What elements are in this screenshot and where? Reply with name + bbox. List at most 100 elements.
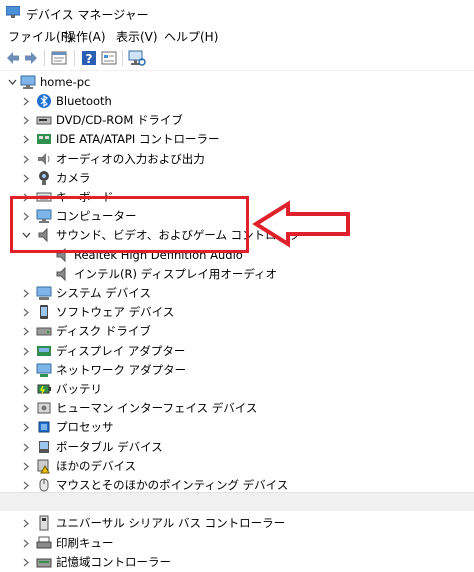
tree-category-row[interactable]: ネットワーク アダプター — [0, 361, 260, 380]
menu-action[interactable]: 操作(A) — [62, 28, 108, 45]
battery-icon — [37, 384, 51, 394]
tree-category-row[interactable]: ポータブル デバイス — [0, 438, 260, 457]
highlight-box — [10, 196, 249, 253]
tree-category-label: オーディオの入力および出力 — [56, 152, 205, 166]
chevron-right-icon[interactable] — [20, 399, 32, 418]
chevron-right-icon[interactable] — [20, 514, 32, 533]
horizontal-scrollbar[interactable] — [0, 492, 474, 511]
chevron-right-icon[interactable] — [20, 322, 32, 341]
chevron-right-icon[interactable] — [20, 457, 32, 476]
tree-category-label: システム デバイス — [56, 286, 151, 300]
tree-device-label: インテル(R) ディスプレイ用オーディオ — [74, 267, 278, 281]
window-title: デバイス マネージャー — [26, 8, 149, 22]
chevron-right-icon[interactable] — [20, 303, 32, 322]
network-adapter-icon — [36, 363, 52, 377]
scan-hardware-icon[interactable] — [128, 49, 146, 67]
tree-category-row[interactable]: DVD/CD-ROM ドライブ — [0, 111, 260, 130]
chevron-right-icon[interactable] — [20, 130, 32, 149]
tree-category-label: ソフトウェア デバイス — [56, 305, 175, 319]
speaker-icon — [56, 266, 66, 282]
tree-category-label: ディスプレイ アダプター — [56, 344, 186, 358]
tree-category-label: IDE ATA/ATAPI コントローラー — [56, 132, 220, 146]
tree-category-label: ユニバーサル シリアル バス コントローラー — [56, 516, 286, 530]
tree-device-row[interactable]: インテル(R) ディスプレイ用オーディオ — [0, 265, 277, 284]
tree-category-row[interactable]: ヒューマン インターフェイス デバイス — [0, 399, 260, 418]
tree-category-row[interactable]: ディスプレイ アダプター — [0, 342, 260, 361]
software-device-icon — [40, 305, 48, 319]
tree-category-row[interactable]: カメラ — [0, 169, 260, 188]
portable-device-icon — [39, 441, 49, 453]
tree-category-label: Bluetooth — [56, 94, 112, 108]
chevron-right-icon[interactable] — [20, 534, 32, 553]
red-arrow-icon — [252, 200, 350, 248]
menu-help[interactable]: ヘルプ(H) — [162, 28, 220, 45]
tree-category-row[interactable]: 記憶域コントローラー — [0, 553, 260, 572]
tree-category-row[interactable]: 印刷キュー — [0, 534, 260, 553]
menu-view[interactable]: 表示(V) — [114, 28, 160, 45]
toolbar-separator — [74, 50, 75, 66]
tree-category-row[interactable]: システム デバイス — [0, 284, 260, 303]
tree-category-label: ネットワーク アダプター — [56, 363, 187, 377]
tree-category-row[interactable]: ユニバーサル シリアル バス コントローラー — [0, 514, 285, 533]
tree-category-row[interactable]: ソフトウェア デバイス — [0, 303, 260, 322]
disk-drive-icon — [36, 327, 52, 336]
tree-category-row[interactable]: IDE ATA/ATAPI コントローラー — [0, 130, 260, 149]
title-bar: デバイス マネージャー — [0, 0, 474, 27]
svg-text:?: ? — [86, 52, 93, 66]
tree-category-row[interactable]: オーディオの入力および出力 — [0, 150, 260, 169]
hid-icon — [37, 402, 51, 414]
back-arrow-icon[interactable] — [4, 49, 22, 67]
usb-icon — [39, 515, 49, 531]
tree-category-row[interactable]: ほかのデバイス — [0, 457, 260, 476]
tree-category-label: DVD/CD-ROM ドライブ — [56, 113, 183, 127]
camera-icon — [39, 171, 49, 185]
toolbar-separator — [44, 50, 45, 66]
system-device-icon — [36, 286, 52, 300]
chevron-right-icon[interactable] — [20, 111, 32, 130]
storage-controller-icon — [36, 558, 52, 568]
tree-category-label: ポータブル デバイス — [56, 440, 163, 454]
tree-category-label: ディスク ドライブ — [56, 324, 151, 338]
chevron-right-icon[interactable] — [20, 361, 32, 380]
bluetooth-icon — [37, 94, 51, 108]
view-details-icon[interactable] — [100, 49, 118, 67]
chevron-right-icon[interactable] — [20, 284, 32, 303]
tree-category-row[interactable]: ディスク ドライブ — [0, 322, 260, 341]
other-device-warning-icon — [37, 459, 50, 474]
processor-icon — [38, 421, 50, 433]
tree-root-home-pc[interactable]: home-pc — [0, 73, 200, 92]
ide-controller-icon — [37, 134, 51, 144]
audio-io-icon — [38, 153, 50, 165]
chevron-right-icon[interactable] — [20, 342, 32, 361]
help-icon[interactable]: ? — [80, 49, 98, 67]
chevron-right-icon[interactable] — [20, 169, 32, 188]
computer-icon — [20, 75, 36, 89]
toolbar: ? — [0, 46, 474, 71]
tree-category-row[interactable]: Bluetooth — [0, 92, 260, 111]
display-adapter-icon — [37, 346, 51, 356]
tree-category-label: ほかのデバイス — [56, 459, 137, 473]
properties-icon[interactable] — [50, 49, 68, 67]
tree-category-label: 記憶域コントローラー — [56, 555, 171, 569]
chevron-down-icon[interactable] — [6, 73, 18, 92]
chevron-right-icon[interactable] — [20, 92, 32, 111]
tree-category-label: バッテリ — [56, 382, 102, 396]
tree-root-label: home-pc — [40, 75, 91, 89]
menu-bar: ファイル(F) 操作(A) 表示(V) ヘルプ(H) — [0, 27, 474, 46]
chevron-right-icon[interactable] — [20, 380, 32, 399]
tree-category-row[interactable]: プロセッサ — [0, 418, 260, 437]
tree-category-label: 印刷キュー — [56, 536, 114, 550]
forward-arrow-icon[interactable] — [22, 49, 40, 67]
device-manager-app-icon — [6, 6, 20, 18]
dvd-drive-icon — [36, 116, 52, 125]
tree-category-label: プロセッサ — [56, 420, 114, 434]
chevron-right-icon[interactable] — [20, 150, 32, 169]
tree-category-row[interactable]: バッテリ — [0, 380, 260, 399]
chevron-right-icon[interactable] — [20, 418, 32, 437]
toolbar-separator — [122, 50, 123, 66]
tree-category-label: ヒューマン インターフェイス デバイス — [56, 401, 258, 415]
chevron-right-icon[interactable] — [20, 438, 32, 457]
chevron-right-icon[interactable] — [20, 553, 32, 572]
mouse-icon — [39, 478, 49, 492]
tree-category-label: カメラ — [56, 171, 91, 185]
